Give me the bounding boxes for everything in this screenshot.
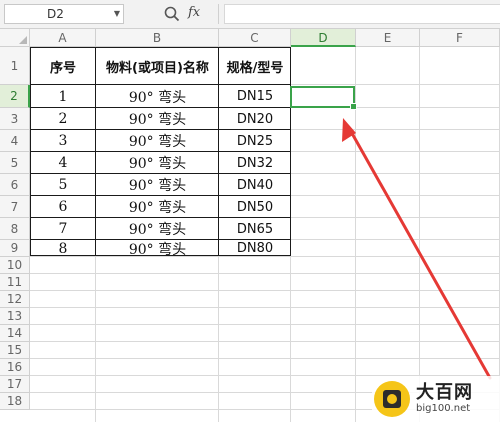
watermark: 大百网 big100.net <box>372 376 500 422</box>
column-header-e[interactable]: E <box>356 29 420 47</box>
row-header-12[interactable]: 12 <box>0 291 30 308</box>
column-header-d[interactable]: D <box>291 29 356 47</box>
row-header-17[interactable]: 17 <box>0 376 30 393</box>
table-cell[interactable]: 90° 弯头 <box>96 174 219 196</box>
column-header-f[interactable]: F <box>420 29 500 47</box>
table-cell[interactable]: DN25 <box>219 130 291 152</box>
watermark-title: 大百网 <box>416 382 473 403</box>
row-header-3[interactable]: 3 <box>0 108 30 130</box>
header-cell[interactable]: 序号 <box>30 47 96 85</box>
row-header-11[interactable]: 11 <box>0 274 30 291</box>
table-cell[interactable]: 90° 弯头 <box>96 108 219 130</box>
header-cell[interactable]: 规格/型号 <box>219 47 291 85</box>
table-cell[interactable]: 4 <box>30 152 96 174</box>
row-header-5[interactable]: 5 <box>0 152 30 174</box>
row-header-10[interactable]: 10 <box>0 257 30 274</box>
table-cell[interactable]: 8 <box>30 240 96 257</box>
table-cell[interactable]: DN40 <box>219 174 291 196</box>
column-header-c[interactable]: C <box>219 29 291 47</box>
row-header-16[interactable]: 16 <box>0 359 30 376</box>
table-cell[interactable]: 3 <box>30 130 96 152</box>
select-all-corner[interactable] <box>0 29 30 47</box>
table-cell[interactable]: 90° 弯头 <box>96 85 219 108</box>
row-header-14[interactable]: 14 <box>0 325 30 342</box>
table-cell[interactable]: 6 <box>30 196 96 218</box>
table-cell[interactable]: 90° 弯头 <box>96 196 219 218</box>
watermark-url: big100.net <box>416 403 471 414</box>
row-header-1[interactable]: 1 <box>0 47 30 85</box>
selected-cell-d2[interactable] <box>290 86 357 110</box>
table-cell[interactable]: DN65 <box>219 218 291 240</box>
table-cell[interactable]: 1 <box>30 85 96 108</box>
column-header-a[interactable]: A <box>30 29 96 47</box>
row-header-18[interactable]: 18 <box>0 393 30 410</box>
table-cell[interactable]: 90° 弯头 <box>96 218 219 240</box>
name-box[interactable]: D2 ▼ <box>4 4 124 24</box>
row-header-6[interactable]: 6 <box>0 174 30 196</box>
row-header-8[interactable]: 8 <box>0 218 30 240</box>
table-cell[interactable]: 90° 弯头 <box>96 130 219 152</box>
formula-divider <box>218 4 219 24</box>
row-header-2[interactable]: 2 <box>0 85 30 108</box>
table-cell[interactable]: DN32 <box>219 152 291 174</box>
formula-input[interactable] <box>224 4 500 24</box>
header-cell[interactable]: 物料(或项目)名称 <box>96 47 219 85</box>
select-all-icon <box>19 36 27 44</box>
name-box-value: D2 <box>47 7 64 21</box>
row-header-13[interactable]: 13 <box>0 308 30 325</box>
table-cell[interactable]: 5 <box>30 174 96 196</box>
table-cell[interactable]: 2 <box>30 108 96 130</box>
row-header-4[interactable]: 4 <box>0 130 30 152</box>
table-cell[interactable]: 90° 弯头 <box>96 152 219 174</box>
row-header-9[interactable]: 9 <box>0 240 30 257</box>
chevron-down-icon[interactable]: ▼ <box>114 5 120 23</box>
table-cell[interactable]: DN15 <box>219 85 291 108</box>
row-header-7[interactable]: 7 <box>0 196 30 218</box>
fill-handle[interactable] <box>350 103 357 110</box>
table-cell[interactable]: DN80 <box>219 240 291 257</box>
row-header-15[interactable]: 15 <box>0 342 30 359</box>
zoom-icon[interactable] <box>163 5 181 23</box>
table-cell[interactable]: 90° 弯头 <box>96 240 219 258</box>
column-header-b[interactable]: B <box>96 29 219 47</box>
table-cell[interactable]: DN50 <box>219 196 291 218</box>
logo-icon <box>374 381 410 417</box>
table-cell[interactable]: DN20 <box>219 108 291 130</box>
formula-bar: D2 ▼ fx <box>0 0 500 29</box>
function-icon[interactable]: fx <box>188 3 200 23</box>
table-cell[interactable]: 7 <box>30 218 96 240</box>
